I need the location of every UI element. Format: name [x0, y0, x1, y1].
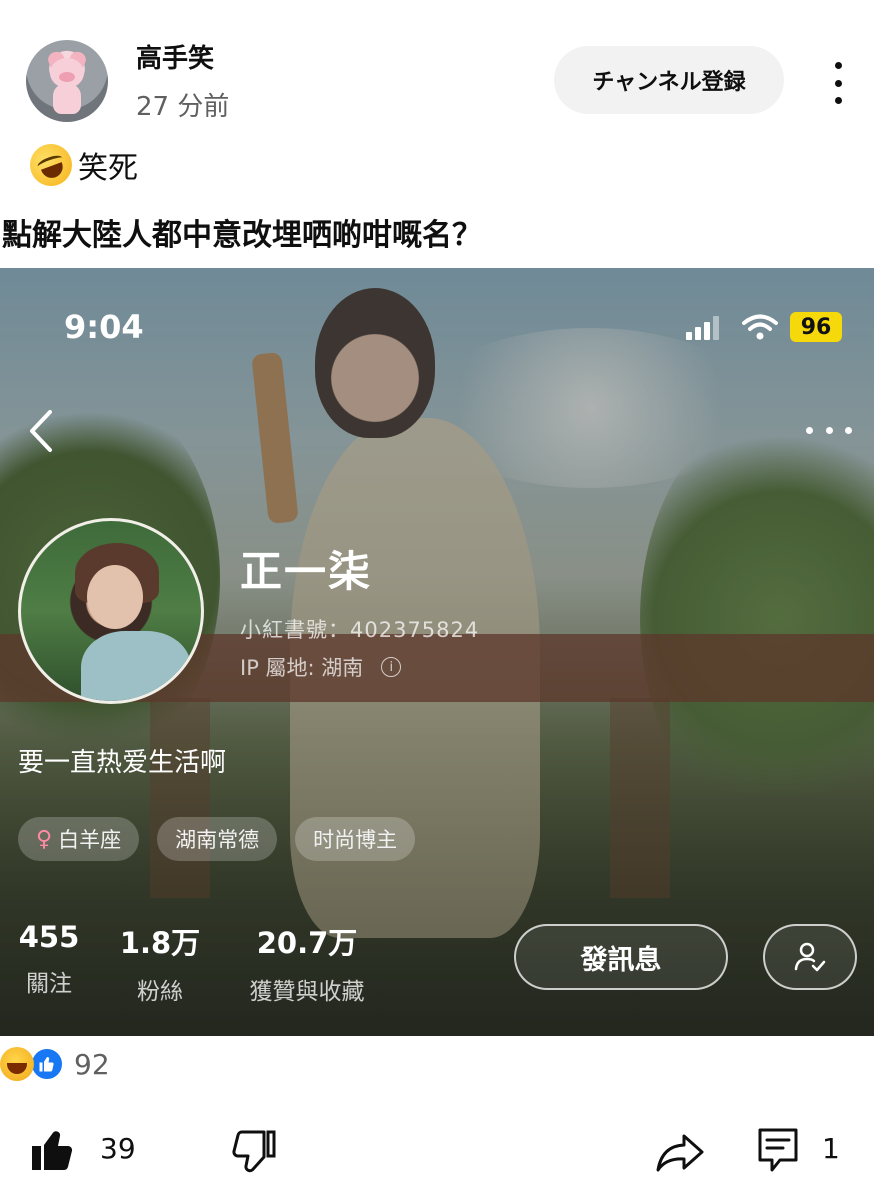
share-icon[interactable] [654, 1130, 706, 1174]
post-header: 高手笑 27 分前 チャンネル登録 [0, 0, 874, 130]
tag-label: 湖南常德 [175, 828, 260, 852]
stat-following: 455 關注 [16, 920, 82, 998]
post-image[interactable]: 9:04 96 正一柒 小紅書號：402375824 IP 屬地: 湖南 i 要… [0, 268, 874, 1036]
tag-location: 湖南常德 [157, 817, 278, 861]
haha-reaction-icon [0, 1047, 34, 1081]
profile-bio: 要一直热爱生活啊 [18, 748, 227, 778]
pig-body [53, 84, 81, 114]
caption-text: 笑死 [78, 151, 138, 186]
post-caption: 笑死 [24, 138, 138, 192]
rofl-emoji-icon [24, 138, 78, 192]
stat-label: 獲贊與收藏 [249, 979, 365, 1005]
profile-avatar [18, 518, 204, 704]
avatar-face [87, 565, 143, 629]
channel-name[interactable]: 高手笑 [136, 38, 214, 75]
profile-tags: ♀ 白羊座 湖南常德 时尚博主 [18, 817, 416, 861]
subscribe-button[interactable]: チャンネル登録 [554, 46, 784, 114]
person-check-icon [794, 942, 826, 972]
tag-label: 白羊座 [58, 828, 122, 852]
dot [834, 97, 842, 104]
pig-snout [59, 72, 75, 82]
stat-likes-saves: 20.7万 獲贊與收藏 [236, 920, 378, 1006]
like-reaction-icon [30, 1047, 64, 1081]
thumb-up-icon[interactable] [28, 1126, 78, 1174]
tag-label: 时尚博主 [313, 828, 398, 852]
reaction-count: 92 [74, 1047, 110, 1081]
info-icon: i [381, 657, 402, 677]
stat-label: 粉絲 [137, 979, 183, 1005]
avatar-shirt [81, 631, 191, 701]
profile-ip-location: IP 屬地: 湖南 i [240, 652, 402, 682]
more-vert-icon[interactable] [820, 58, 856, 108]
stat-label: 關注 [26, 971, 72, 997]
signal-icon [686, 316, 726, 340]
thumb-down-icon[interactable] [228, 1128, 278, 1176]
message-button: 發訊息 [514, 924, 728, 990]
post-headline: 點解大陸人都中意改埋哂啲咁嘅名？ [2, 218, 482, 253]
dot [834, 79, 842, 87]
female-icon: ♀ [36, 826, 53, 852]
profile-name: 正一柒 [240, 547, 373, 596]
post-time: 27 分前 [136, 92, 230, 122]
channel-avatar[interactable] [26, 40, 108, 122]
tag-zodiac: ♀ 白羊座 [18, 817, 140, 861]
more-horiz-icon [806, 424, 852, 436]
back-chevron-icon [30, 410, 52, 452]
dot [834, 62, 842, 69]
stat-followers: 1.8万 粉絲 [114, 920, 206, 1006]
stat-value: 20.7万 [256, 926, 358, 960]
like-count: 39 [100, 1132, 136, 1165]
profile-id: 小紅書號：402375824 [240, 618, 480, 642]
comment-icon[interactable] [756, 1126, 800, 1174]
battery-badge: 96 [790, 312, 842, 342]
follow-button [763, 924, 857, 990]
reaction-summary[interactable]: 92 [0, 1046, 110, 1082]
wifi-icon [742, 314, 778, 340]
profile-ip-text: IP 屬地: 湖南 [240, 656, 364, 680]
stat-value: 455 [18, 920, 80, 954]
status-time: 9:04 [64, 308, 144, 346]
tag-role: 时尚博主 [295, 817, 416, 861]
comment-count: 1 [822, 1132, 840, 1165]
stat-value: 1.8万 [119, 926, 201, 960]
action-bar: 39 1 [0, 1120, 874, 1180]
